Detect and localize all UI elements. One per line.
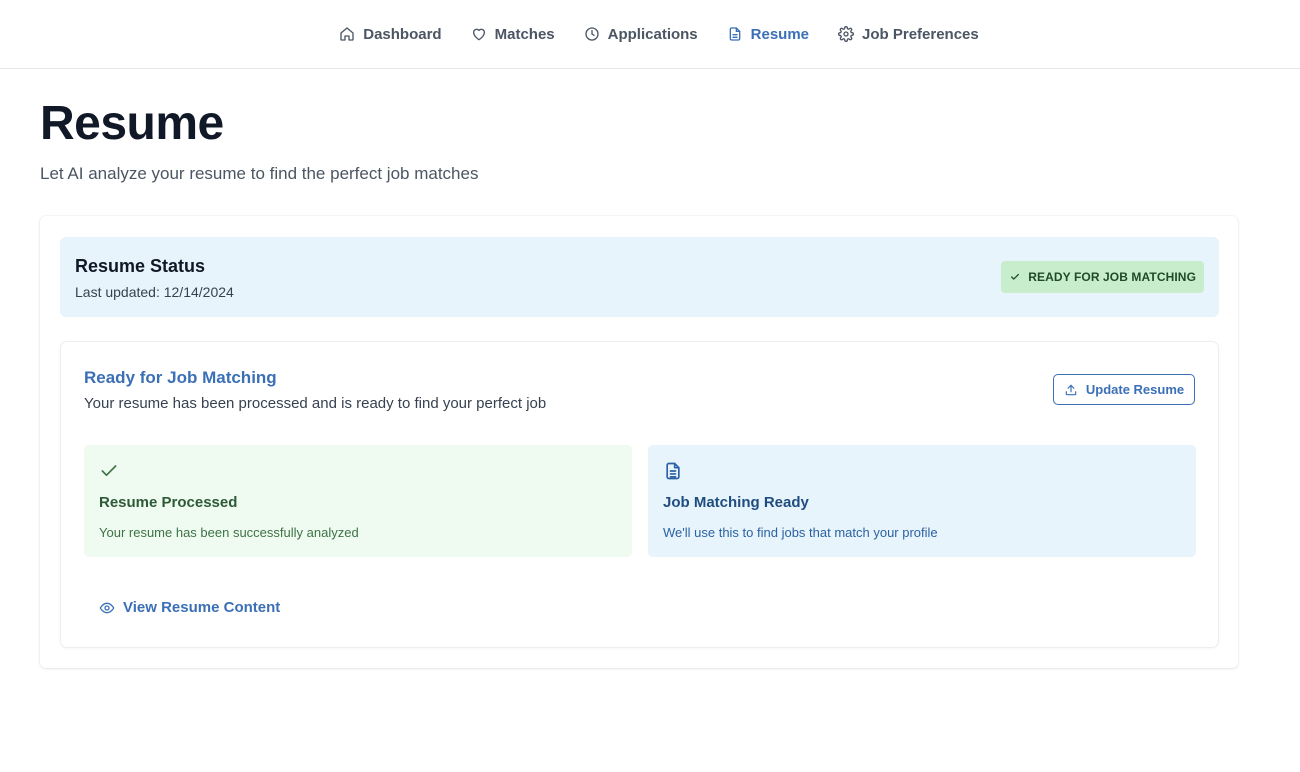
clock-icon (584, 27, 599, 41)
tile-title: Resume Processed (99, 494, 238, 511)
nav-label-applications: Applications (607, 25, 698, 43)
last-updated-text: Last updated: 12/14/2024 (75, 284, 234, 300)
page-title: Resume (40, 97, 224, 150)
tile-description: Your resume has been successfully analyz… (99, 525, 359, 540)
ready-card: Ready for Job Matching Your resume has b… (60, 341, 1219, 648)
ready-title: Ready for Job Matching (84, 368, 277, 387)
heart-icon (472, 28, 485, 41)
status-title: Resume Status (75, 256, 206, 276)
gear-icon (838, 26, 854, 42)
page-subtitle: Let AI analyze your resume to find the p… (40, 164, 479, 183)
nav-item-dashboard[interactable]: Dashboard (339, 25, 442, 43)
document-icon (666, 462, 680, 480)
nav-label-dashboard: Dashboard (363, 25, 442, 43)
nav-item-applications[interactable]: Applications (584, 26, 698, 43)
eye-icon (99, 602, 115, 613)
nav-items: Dashboard Matches Applications Resume Jo… (339, 26, 979, 43)
upload-icon (1065, 384, 1077, 395)
update-resume-label: Update Resume (1085, 382, 1185, 397)
nav-label-matches: Matches (494, 25, 555, 43)
home-icon (340, 27, 354, 41)
status-badge: READY FOR JOB MATCHING (1001, 261, 1204, 293)
update-resume-button[interactable]: Update Resume (1053, 374, 1195, 405)
document-icon (729, 27, 740, 41)
top-navigation: Dashboard Matches Applications Resume Jo… (0, 0, 1300, 69)
resume-status-bar: Resume Status Last updated: 12/14/2024 R… (60, 237, 1219, 317)
status-badge-label: READY FOR JOB MATCHING (1028, 270, 1196, 284)
view-resume-content-link[interactable]: View Resume Content (99, 599, 280, 616)
resume-card: Resume Status Last updated: 12/14/2024 R… (40, 216, 1238, 668)
resume-processed-tile: Resume Processed Your resume has been su… (84, 445, 632, 557)
tile-description: We'll use this to find jobs that match y… (663, 525, 938, 540)
nav-label-job-preferences: Job Preferences (862, 25, 979, 43)
nav-item-matches[interactable]: Matches (471, 26, 555, 43)
nav-item-job-preferences[interactable]: Job Preferences (838, 26, 979, 43)
view-resume-content-label: View Resume Content (123, 599, 281, 616)
nav-label-resume: Resume (750, 25, 810, 43)
check-icon (1011, 273, 1020, 280)
ready-description: Your resume has been processed and is re… (84, 395, 547, 412)
check-icon (101, 465, 117, 476)
nav-item-resume[interactable]: Resume (727, 26, 809, 43)
tile-title: Job Matching Ready (663, 494, 809, 511)
job-matching-ready-tile: Job Matching Ready We'll use this to fin… (648, 445, 1196, 557)
